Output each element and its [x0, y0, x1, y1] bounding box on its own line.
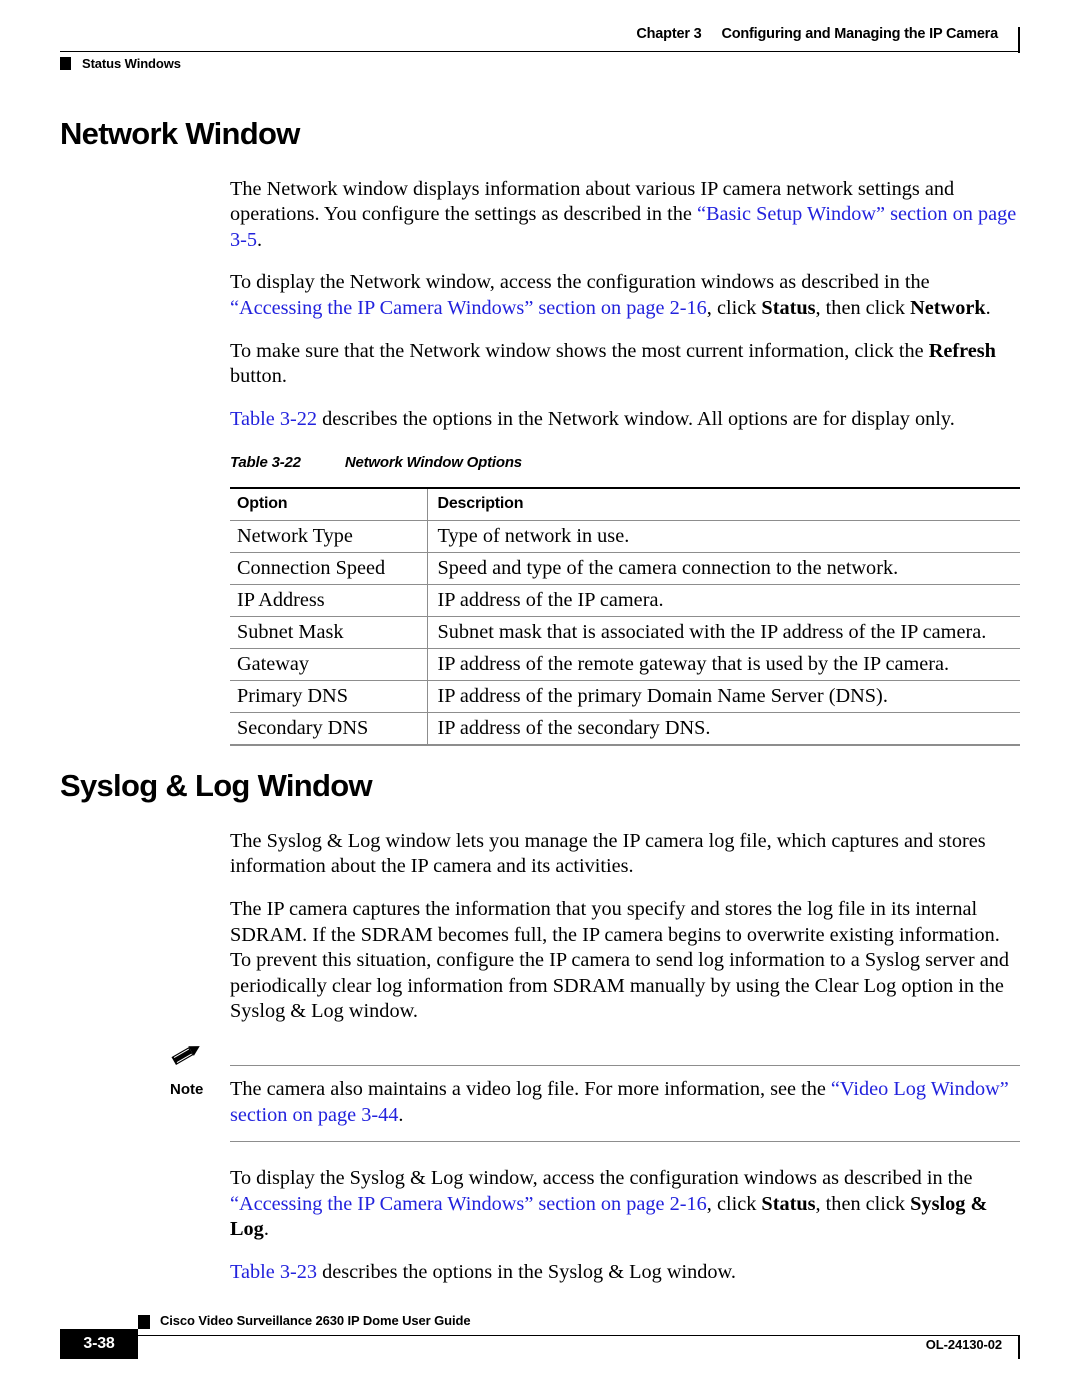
paragraph-emphasis: Status [761, 1192, 816, 1215]
page-header: Chapter 3 Configuring and Managing the IP… [60, 26, 1020, 78]
syslog-paragraphs-after-note: To display the Syslog & Log window, acce… [230, 1166, 1020, 1285]
table-column-header-description: Description [426, 487, 1020, 522]
note-text: . [398, 1103, 404, 1126]
note-label: Note [170, 1081, 204, 1098]
page-content: Network Window The Network window displa… [60, 116, 1020, 1286]
paragraph-text: describes the options in the Syslog & Lo… [317, 1260, 736, 1283]
header-edge-tick [1017, 27, 1020, 53]
table-cell-description: Type of network in use. [426, 520, 1020, 554]
network-window-options-table: Option Description Network Type Type of n… [230, 487, 1020, 747]
paragraph: Table 3-23 describes the options in the … [230, 1260, 1020, 1286]
note-body: Note The camera also maintains a video l… [60, 1059, 1020, 1128]
paragraph-emphasis: Refresh [928, 339, 996, 362]
paragraph-text: describes the options in the Network win… [317, 407, 955, 430]
paragraph-emphasis: Network [910, 296, 986, 319]
table-caption: Table 3-22 Network Window Options [230, 454, 1020, 471]
paragraph-text: . [263, 1218, 269, 1241]
paragraph: The Network window displays information … [230, 177, 1020, 254]
table-row: Primary DNS IP address of the primary Dom… [230, 680, 1020, 714]
table-cell-description: Subnet mask that is associated with the … [426, 616, 1020, 650]
paragraph-text: , click [706, 1192, 762, 1215]
table-cell-option: IP Address [230, 584, 427, 618]
paragraph-text: The IP camera captures the information t… [230, 898, 1010, 1023]
paragraph-text: To make sure that the Network window sho… [230, 339, 929, 362]
paragraph-text: button. [230, 365, 287, 388]
table-cell-description: IP address of the primary Domain Name Se… [426, 680, 1020, 714]
table-row: IP Address IP address of the IP camera. [230, 584, 1020, 618]
table-cell-option: Primary DNS [230, 680, 427, 714]
paragraph-text: The Syslog & Log window lets you manage … [230, 829, 986, 878]
paragraph-text: . [985, 296, 991, 319]
table-column-header-option: Option [230, 487, 427, 522]
paragraph-link[interactable]: “Accessing the IP Camera Windows” sectio… [230, 297, 707, 319]
paragraph: The IP camera captures the information t… [230, 897, 1020, 1025]
header-rule [60, 51, 1020, 52]
table-cell-option: Connection Speed [230, 552, 427, 586]
table-cell-description: IP address of the IP camera. [426, 584, 1020, 618]
pencil-icon [170, 1043, 204, 1069]
table-caption-title: Network Window Options [344, 454, 522, 472]
table-cell-description: Speed and type of the camera connection … [426, 552, 1020, 586]
network-window-options-table-wrapper: Table 3-22 Network Window Options Option … [230, 454, 1020, 747]
table-row: Gateway IP address of the remote gateway … [230, 648, 1020, 682]
table-row: Connection Speed Speed and type of the ca… [230, 552, 1020, 586]
footer-page-number: 3-38 [60, 1329, 138, 1359]
table-cell-description: IP address of the remote gateway that is… [426, 648, 1020, 682]
header-chapter-number: Chapter 3 [636, 26, 702, 42]
table-cell-option: Gateway [230, 648, 427, 682]
paragraph-emphasis: Status [761, 296, 816, 319]
footer-guide-title: Cisco Video Surveillance 2630 IP Dome Us… [160, 1313, 471, 1328]
black-square-marker-icon [60, 57, 71, 70]
footer-rule [60, 1335, 1020, 1336]
header-section-label: Status Windows [82, 56, 181, 71]
table-body: Network Type Type of network in use. Conne… [230, 520, 1020, 747]
table-cell-option: Network Type [230, 520, 427, 554]
header-chapter-line: Chapter 3 Configuring and Managing the IP… [636, 26, 998, 42]
note-text: The camera also maintains a video log fi… [230, 1077, 1020, 1128]
paragraph-text: To display the Network window, access th… [230, 271, 930, 294]
header-chapter-title: Configuring and Managing the IP Camera [721, 26, 998, 42]
footer-doc-id: OL-24130-02 [925, 1337, 1002, 1352]
table-caption-number: Table 3-22 [230, 454, 301, 472]
black-square-marker-icon [138, 1315, 150, 1329]
note-rule-top [230, 1065, 1020, 1066]
page-title: Network Window [60, 116, 300, 151]
network-window-paragraphs: The Network window displays information … [230, 177, 1020, 433]
paragraph: To display the Syslog & Log window, acce… [230, 1166, 1020, 1243]
footer-edge-tick [1017, 1335, 1020, 1359]
document-page: Chapter 3 Configuring and Managing the IP… [0, 0, 1080, 1397]
table-cell-description: IP address of the secondary DNS. [426, 712, 1020, 747]
paragraph: To display the Network window, access th… [230, 270, 1020, 321]
table-row: Secondary DNS IP address of the secondary… [230, 712, 1020, 747]
paragraph-text: To display the Syslog & Log window, acce… [230, 1167, 973, 1190]
note-text: The camera also maintains a video log fi… [230, 1078, 831, 1100]
page-footer: Cisco Video Surveillance 2630 IP Dome Us… [60, 1301, 1020, 1367]
table-header-row: Option Description [230, 487, 1020, 522]
paragraph-link[interactable]: “Accessing the IP Camera Windows” sectio… [230, 1193, 707, 1215]
paragraph-text: . [257, 228, 263, 251]
paragraph-link[interactable]: Table 3-22 [230, 408, 317, 430]
header-section-group: Status Windows [60, 56, 181, 71]
syslog-section-title: Syslog & Log Window [60, 768, 373, 804]
paragraph-text: , then click [815, 296, 911, 319]
paragraph-text: , click [706, 296, 762, 319]
syslog-paragraphs: The Syslog & Log window lets you manage … [230, 829, 1020, 1025]
paragraph-text: , then click [815, 1192, 911, 1215]
paragraph: The Syslog & Log window lets you manage … [230, 829, 1020, 880]
note-rule-bottom [230, 1141, 1020, 1143]
note-callout: Note The camera also maintains a video l… [60, 1046, 1020, 1143]
paragraph-link[interactable]: Table 3-23 [230, 1261, 317, 1283]
table-cell-option: Secondary DNS [230, 712, 427, 747]
table-row: Network Type Type of network in use. [230, 520, 1020, 554]
table-row: Subnet Mask Subnet mask that is associate… [230, 616, 1020, 650]
paragraph: To make sure that the Network window sho… [230, 339, 1020, 390]
paragraph: Table 3-22 describes the options in the … [230, 407, 1020, 433]
table-cell-option: Subnet Mask [230, 616, 427, 650]
